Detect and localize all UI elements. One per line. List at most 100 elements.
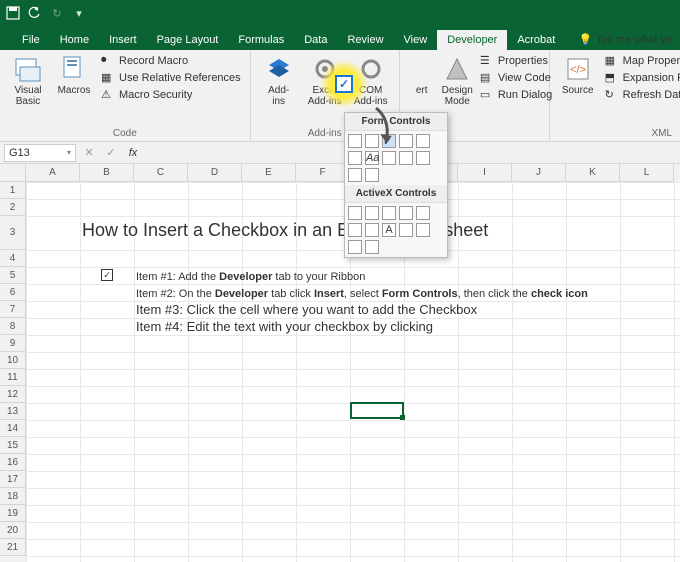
row-header[interactable]: 15: [0, 437, 26, 454]
tab-data[interactable]: Data: [294, 30, 337, 50]
row-header[interactable]: 20: [0, 522, 26, 539]
source-icon: </>: [564, 55, 592, 83]
row-header[interactable]: 14: [0, 420, 26, 437]
col-header[interactable]: I: [458, 164, 512, 182]
save-icon[interactable]: [6, 6, 20, 20]
excel-addins-button[interactable]: Excel Add-ins: [303, 53, 347, 109]
tab-insert[interactable]: Insert: [99, 30, 147, 50]
form-extra1-icon[interactable]: [416, 151, 430, 165]
map-icon: ▦: [605, 54, 619, 68]
dropdown-header-activex: ActiveX Controls: [345, 185, 447, 203]
ax-image-icon[interactable]: [416, 223, 430, 237]
refresh-data-button[interactable]: ↻Refresh Data: [602, 87, 680, 103]
row-header[interactable]: 4: [0, 250, 26, 267]
row-header[interactable]: 10: [0, 352, 26, 369]
record-macro-button[interactable]: ⏺Record Macro: [98, 53, 244, 69]
tab-acrobat[interactable]: Acrobat: [507, 30, 565, 50]
column-headers: A B C D E F G H I J K L: [0, 164, 680, 182]
row-header[interactable]: 9: [0, 335, 26, 352]
ax-more-icon[interactable]: [365, 240, 379, 254]
form-label-icon[interactable]: Aa: [365, 151, 379, 165]
tab-file[interactable]: File: [12, 30, 50, 50]
macros-button[interactable]: Macros: [52, 53, 96, 109]
row-header[interactable]: 5: [0, 267, 26, 284]
ax-list-icon[interactable]: [399, 206, 413, 220]
row-header[interactable]: 6: [0, 284, 26, 301]
select-all-corner[interactable]: [0, 164, 26, 182]
form-scroll-icon[interactable]: [382, 151, 396, 165]
tab-page-layout[interactable]: Page Layout: [147, 30, 229, 50]
form-group-icon[interactable]: [399, 151, 413, 165]
tab-view[interactable]: View: [394, 30, 438, 50]
row-header[interactable]: 16: [0, 454, 26, 471]
form-combo-icon[interactable]: [365, 134, 379, 148]
row-header[interactable]: 7: [0, 301, 26, 318]
map-properties-button[interactable]: ▦Map Properties: [602, 53, 680, 69]
cancel-icon[interactable]: ✕: [80, 144, 98, 162]
ax-button-icon[interactable]: [348, 206, 362, 220]
ax-combo-icon[interactable]: [365, 206, 379, 220]
expansion-packs-button[interactable]: ⬒Expansion Packs: [602, 70, 680, 86]
col-header[interactable]: F: [296, 164, 350, 182]
form-button-icon[interactable]: [348, 134, 362, 148]
run-dialog-button[interactable]: ▭Run Dialog: [477, 87, 555, 103]
tell-me[interactable]: 💡Tell me what yo: [570, 29, 680, 50]
properties-button[interactable]: ☰Properties: [477, 53, 555, 69]
col-header[interactable]: C: [134, 164, 188, 182]
row-header[interactable]: 17: [0, 471, 26, 488]
redo-icon[interactable]: ↻: [50, 6, 64, 20]
enter-icon[interactable]: ✓: [102, 144, 120, 162]
ax-text-icon[interactable]: [416, 206, 430, 220]
row-header[interactable]: 3: [0, 216, 26, 250]
ax-checkbox-icon[interactable]: [382, 206, 396, 220]
fx-icon[interactable]: fx: [124, 144, 142, 162]
com-addins-button[interactable]: COM Add-ins: [349, 53, 393, 109]
design-mode-button[interactable]: Design Mode: [440, 53, 475, 109]
row-header[interactable]: 8: [0, 318, 26, 335]
view-code-button[interactable]: ▤View Code: [477, 70, 555, 86]
svg-text:</>: </>: [570, 64, 586, 76]
ax-label-icon[interactable]: [399, 223, 413, 237]
name-box[interactable]: G13: [4, 144, 76, 162]
form-extra3-icon[interactable]: [365, 168, 379, 182]
ax-toggle-icon[interactable]: [348, 240, 362, 254]
ax-spin-icon[interactable]: [365, 223, 379, 237]
col-header[interactable]: J: [512, 164, 566, 182]
undo-icon[interactable]: [28, 6, 42, 20]
row-header[interactable]: 13: [0, 403, 26, 420]
ax-scroll-icon[interactable]: [348, 223, 362, 237]
addins-icon: [265, 55, 293, 83]
tab-review[interactable]: Review: [337, 30, 393, 50]
row-header[interactable]: 21: [0, 539, 26, 556]
insert-control-button[interactable]: ert: [406, 53, 438, 109]
tab-formulas[interactable]: Formulas: [228, 30, 294, 50]
col-header[interactable]: B: [80, 164, 134, 182]
macro-security-button[interactable]: ⚠Macro Security: [98, 87, 244, 103]
row-header[interactable]: 2: [0, 199, 26, 216]
row-header[interactable]: 12: [0, 386, 26, 403]
visual-basic-button[interactable]: Visual Basic: [6, 53, 50, 109]
row-header[interactable]: 1: [0, 182, 26, 199]
col-header[interactable]: L: [620, 164, 674, 182]
col-header[interactable]: A: [26, 164, 80, 182]
form-option-icon[interactable]: [348, 151, 362, 165]
col-header[interactable]: K: [566, 164, 620, 182]
row-header[interactable]: 11: [0, 369, 26, 386]
col-header[interactable]: D: [188, 164, 242, 182]
ax-option-icon[interactable]: A: [382, 223, 396, 237]
form-listbox-icon[interactable]: [416, 134, 430, 148]
col-header[interactable]: E: [242, 164, 296, 182]
qat-more-icon[interactable]: ▾: [72, 6, 86, 20]
selected-cell[interactable]: [350, 402, 404, 419]
source-button[interactable]: </>Source: [556, 53, 600, 103]
form-extra2-icon[interactable]: [348, 168, 362, 182]
addins-button[interactable]: Add- ins: [257, 53, 301, 109]
tab-developer[interactable]: Developer: [437, 30, 507, 50]
row-header[interactable]: 19: [0, 505, 26, 522]
tab-home[interactable]: Home: [50, 30, 99, 50]
checkbox-control[interactable]: [101, 269, 113, 281]
row-header[interactable]: 18: [0, 488, 26, 505]
relative-refs-button[interactable]: ▦Use Relative References: [98, 70, 244, 86]
form-spinner-icon[interactable]: [399, 134, 413, 148]
form-checkbox-icon[interactable]: ✓: [382, 134, 396, 148]
